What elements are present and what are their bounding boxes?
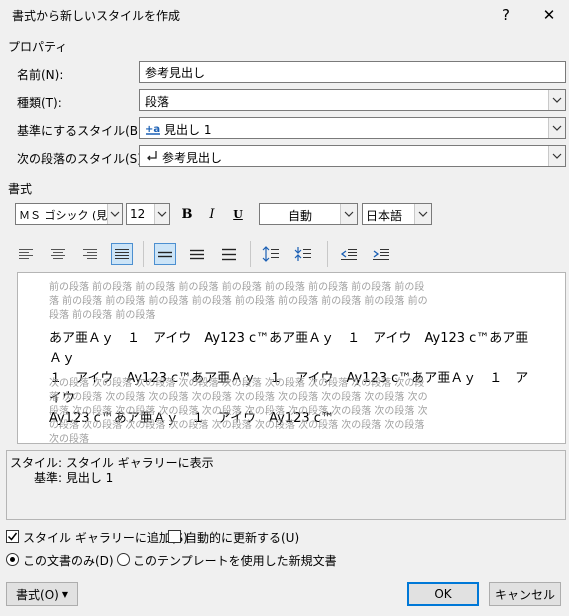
cancel-button[interactable]: キャンセル bbox=[489, 582, 561, 606]
double-spacing-icon bbox=[222, 248, 236, 261]
heading-style-icon: +a bbox=[145, 121, 161, 138]
chevron-down-icon bbox=[548, 118, 565, 138]
one-half-spacing-button[interactable] bbox=[186, 243, 208, 265]
format-menu-button[interactable]: 書式(O) ▼ bbox=[6, 582, 78, 606]
space-before-icon bbox=[262, 246, 279, 262]
this-document-label[interactable]: この文書のみ(D) bbox=[23, 552, 114, 569]
space-after-button[interactable] bbox=[292, 243, 314, 265]
chevron-down-icon bbox=[548, 90, 565, 110]
properties-heading: プロパティ bbox=[8, 40, 68, 54]
chevron-down-icon bbox=[107, 204, 122, 224]
align-right-icon bbox=[83, 249, 97, 259]
space-before-button[interactable] bbox=[260, 243, 282, 265]
single-spacing-button[interactable] bbox=[154, 243, 176, 265]
close-button[interactable]: ✕ bbox=[534, 2, 564, 28]
chevron-down-icon bbox=[548, 146, 565, 166]
single-spacing-icon bbox=[158, 251, 172, 258]
this-document-radio[interactable] bbox=[6, 553, 19, 566]
format-button-label: 書式(O) bbox=[16, 587, 59, 602]
based-on-value: 見出し 1 bbox=[164, 123, 212, 137]
chevron-down-icon bbox=[340, 204, 357, 224]
font-size-value: 12 bbox=[130, 207, 146, 221]
paragraph-mark-icon bbox=[146, 149, 158, 166]
align-center-button[interactable] bbox=[47, 243, 69, 265]
checkmark-icon bbox=[7, 532, 18, 541]
font-color-dropdown[interactable]: 自動 bbox=[259, 203, 358, 225]
align-center-icon bbox=[51, 249, 65, 259]
ok-button[interactable]: OK bbox=[407, 582, 479, 606]
bold-button[interactable]: B bbox=[176, 203, 198, 225]
description-line-2: 基準: 見出し 1 bbox=[34, 471, 114, 485]
auto-update-checkbox[interactable] bbox=[168, 530, 181, 543]
next-style-dropdown[interactable]: 参考見出し bbox=[139, 145, 566, 167]
justify-icon bbox=[115, 249, 129, 259]
chevron-down-icon bbox=[414, 204, 431, 224]
formatting-heading: 書式 bbox=[8, 182, 33, 196]
font-color-value: 自動 bbox=[288, 209, 313, 223]
add-gallery-checkbox[interactable] bbox=[6, 530, 19, 543]
add-gallery-label[interactable]: スタイル ギャラリーに追加(S) bbox=[23, 529, 188, 546]
based-on-label: 基準にするスタイル(B): bbox=[17, 124, 147, 138]
template-radio[interactable] bbox=[117, 553, 130, 566]
font-dropdown[interactable]: ＭＳ ゴシック (見出 bbox=[15, 203, 123, 225]
dropdown-triangle-icon: ▼ bbox=[61, 589, 68, 599]
type-value: 段落 bbox=[145, 95, 170, 109]
style-preview: 前の段落 前の段落 前の段落 前の段落 前の段落 前の段落 前の段落 前の段落 … bbox=[17, 272, 566, 444]
align-left-button[interactable] bbox=[15, 243, 37, 265]
name-input[interactable] bbox=[140, 62, 565, 82]
align-right-button[interactable] bbox=[79, 243, 101, 265]
previous-paragraph-text: 前の段落 前の段落 前の段落 前の段落 前の段落 前の段落 前の段落 前の段落 … bbox=[49, 282, 428, 321]
type-dropdown[interactable]: 段落 bbox=[139, 89, 566, 111]
next-paragraph-text: 次の段落 次の段落 次の段落 次の段落 次の段落 次の段落 次の段落 次の段落 … bbox=[49, 378, 428, 444]
toolbar-divider bbox=[327, 241, 328, 267]
justify-button[interactable] bbox=[111, 243, 133, 265]
next-style-label: 次の段落のスタイル(S): bbox=[17, 152, 147, 166]
increase-indent-icon bbox=[373, 249, 389, 260]
toolbar-divider bbox=[143, 241, 144, 267]
toolbar-divider bbox=[250, 241, 251, 267]
italic-button[interactable]: I bbox=[201, 203, 223, 225]
language-value: 日本語 bbox=[366, 209, 403, 223]
name-field[interactable] bbox=[139, 61, 566, 83]
space-after-icon bbox=[294, 247, 311, 261]
style-description: スタイル: スタイル ギャラリーに表示 基準: 見出し 1 bbox=[6, 450, 566, 520]
font-size-dropdown[interactable]: 12 bbox=[126, 203, 170, 225]
next-style-value: 参考見出し bbox=[162, 151, 223, 165]
underline-button[interactable]: U bbox=[227, 203, 249, 225]
template-label[interactable]: このテンプレートを使用した新規文書 bbox=[133, 552, 337, 569]
increase-indent-button[interactable] bbox=[370, 243, 392, 265]
help-button[interactable]: ? bbox=[491, 2, 521, 28]
name-label: 名前(N): bbox=[17, 68, 64, 82]
double-spacing-button[interactable] bbox=[218, 243, 240, 265]
align-left-icon bbox=[19, 249, 33, 259]
font-value: ＭＳ ゴシック (見出 bbox=[19, 209, 119, 222]
auto-update-label[interactable]: 自動的に更新する(U) bbox=[185, 529, 299, 546]
type-label: 種類(T): bbox=[17, 96, 62, 110]
based-on-dropdown[interactable]: +a 見出し 1 bbox=[139, 117, 566, 139]
dialog-title: 書式から新しいスタイルを作成 bbox=[12, 9, 181, 23]
chevron-down-icon bbox=[154, 204, 169, 224]
decrease-indent-button[interactable] bbox=[338, 243, 360, 265]
decrease-indent-icon bbox=[340, 249, 357, 260]
language-dropdown[interactable]: 日本語 bbox=[362, 203, 432, 225]
one-half-spacing-icon bbox=[190, 249, 204, 260]
